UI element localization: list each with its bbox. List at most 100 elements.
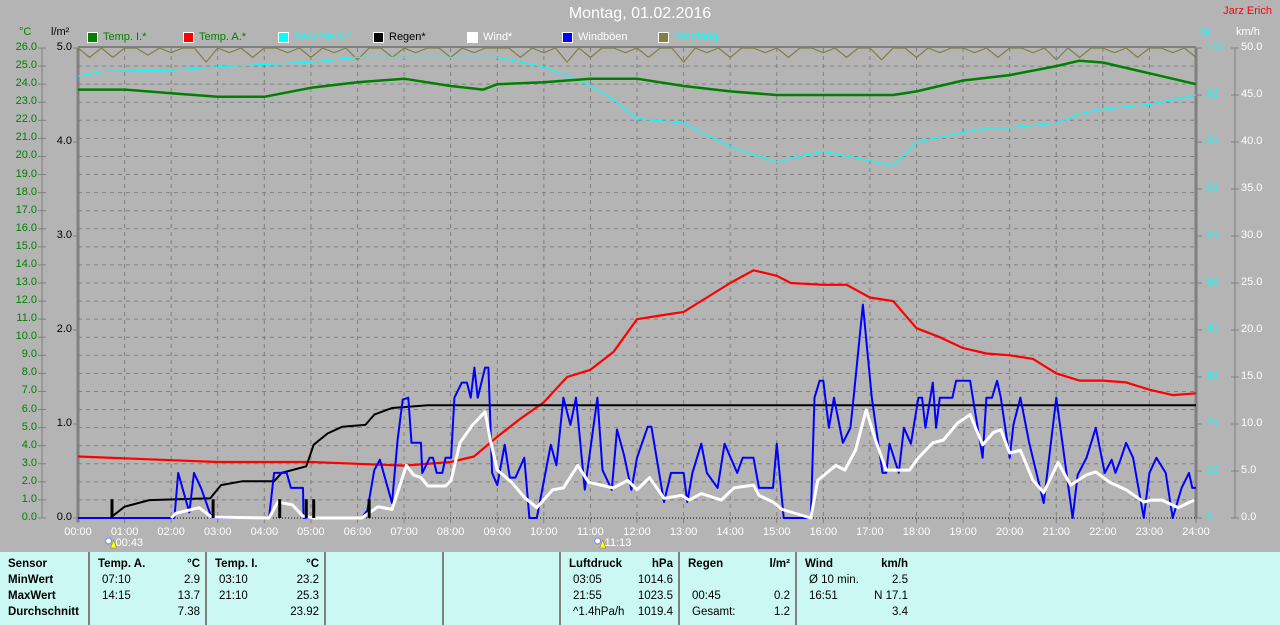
x-tick-label: 10:00 xyxy=(530,526,558,538)
x-tick-label: 00:00 xyxy=(64,526,92,538)
table-cell-value: °C xyxy=(187,558,200,570)
table-cell-label: Durchschnitt xyxy=(8,606,79,618)
humidity-tick-label: 70 xyxy=(1206,182,1219,194)
temp-tick-label: 0.0 xyxy=(21,511,37,523)
table-cell-value: 3.4 xyxy=(892,606,908,618)
temp-tick-label: 14.0 xyxy=(15,257,37,270)
table-cell-value: km/h xyxy=(881,558,908,570)
table-cell-label: 16:51 xyxy=(809,590,838,602)
table-cell-value: 1.2 xyxy=(774,606,790,618)
x-tick-label: 06:00 xyxy=(343,526,372,538)
table-cell-label: 03:10 xyxy=(219,574,248,586)
rain-tick-label: 3.0 xyxy=(56,229,72,241)
table-cell-label: 14:15 xyxy=(102,590,131,602)
x-tick-label: 19:00 xyxy=(949,526,977,538)
temp-tick-label: 25.0 xyxy=(15,59,37,72)
table-column: Wind km/h Ø 10 min. 2.5 16:51 N 17.1 3.4 xyxy=(795,552,913,625)
temp-tick-label: 23.0 xyxy=(15,95,37,108)
wind-tick-label: 5.0 xyxy=(1241,464,1257,476)
temp-tick-label: 9.0 xyxy=(21,348,37,361)
x-tick-label: 20:00 xyxy=(995,526,1024,538)
x-tick-label: 13:00 xyxy=(669,526,698,538)
x-tick-label: 21:00 xyxy=(1042,526,1071,538)
temp-tick-label: 1.0 xyxy=(21,492,37,505)
table-cell-label: Temp. A. xyxy=(98,558,146,570)
wind-tick-label: 35.0 xyxy=(1241,182,1263,194)
temp-tick-label: 13.0 xyxy=(15,276,37,288)
wind-tick-label: 0.0 xyxy=(1241,511,1257,523)
humidity-tick-label: 100 xyxy=(1206,41,1225,53)
table-cell-label: MaxWert xyxy=(8,590,56,602)
x-tick-label: 16:00 xyxy=(809,526,838,538)
table-column: Temp. A. °C 07:10 2.9 14:15 13.7 7.38 xyxy=(88,552,205,625)
rain-tick-label: 0.0 xyxy=(56,511,72,523)
table-cell-label: MinWert xyxy=(8,574,54,586)
marker-time-label: 00:43 xyxy=(115,537,144,549)
temp-tick-label: 21.0 xyxy=(15,131,37,144)
temp-tick-label: 3.0 xyxy=(21,456,37,469)
table-cell-value: 2.9 xyxy=(184,574,200,586)
table-cell-value: 25.3 xyxy=(296,590,319,602)
humidity-tick-label: 90 xyxy=(1206,88,1219,100)
wind-tick-label: 40.0 xyxy=(1241,135,1263,147)
table-cell-value: 23.92 xyxy=(290,606,319,618)
humidity-tick-label: 10 xyxy=(1206,464,1219,476)
table-cell-label: Gesamt: xyxy=(692,606,736,618)
table-cell-label: Luftdruck xyxy=(569,558,623,570)
table-cell-value: 23.2 xyxy=(296,574,319,586)
temp-tick-label: 24.0 xyxy=(15,77,37,90)
wind-tick-label: 20.0 xyxy=(1241,323,1263,335)
moon-icon xyxy=(105,537,113,545)
table-cell-value: 13.7 xyxy=(177,590,200,602)
table-cell-label: 07:10 xyxy=(102,574,131,586)
temp-tick-label: 7.0 xyxy=(21,384,37,397)
table-column xyxy=(324,552,442,625)
rain-tick-label: 1.0 xyxy=(56,417,72,429)
x-tick-label: 17:00 xyxy=(856,526,884,538)
temp-tick-label: 2.0 xyxy=(21,474,37,487)
table-cell-label: Sensor xyxy=(8,558,47,570)
table-cell-label: Ø 10 min. xyxy=(809,574,859,586)
temp-tick-label: 19.0 xyxy=(15,167,37,180)
table-cell-value: 0.2 xyxy=(774,590,790,602)
table-cell-value: 1019.4 xyxy=(637,606,673,618)
rain-tick-label: 5.0 xyxy=(56,41,72,53)
temp-tick-label: 18.0 xyxy=(15,185,37,198)
table-column: Luftdruck hPa 03:05 1014.6 21:55 1023.5 ^1.4hP… xyxy=(559,552,678,625)
table-cell-label: 21:10 xyxy=(219,590,248,602)
table-cell-value: N 17.1 xyxy=(874,590,908,602)
table-cell-value: 7.38 xyxy=(177,606,200,618)
wind-tick-label: 30.0 xyxy=(1241,229,1263,241)
table-column: Temp. I. °C 03:10 23.2 21:10 25.3 23.92 xyxy=(205,552,324,625)
x-tick-label: 07:00 xyxy=(390,526,418,538)
rain-tick-label: 2.0 xyxy=(56,323,72,335)
temp-tick-label: 6.0 xyxy=(21,402,37,415)
wind-tick-label: 45.0 xyxy=(1241,88,1263,100)
temp-tick-label: 22.0 xyxy=(15,113,37,126)
x-tick-label: 02:00 xyxy=(157,526,185,538)
temp-tick-label: 20.0 xyxy=(15,149,37,162)
temp-tick-label: 16.0 xyxy=(15,221,37,234)
table-cell-label: 00:45 xyxy=(692,590,721,602)
x-tick-label: 04:00 xyxy=(250,526,279,538)
table-cell-label: 03:05 xyxy=(573,574,602,586)
x-tick-label: 24:00 xyxy=(1182,526,1210,538)
x-tick-label: 11:00 xyxy=(577,526,604,538)
temp-tick-label: 8.0 xyxy=(21,366,37,379)
table-cell-label: Wind xyxy=(805,558,833,570)
moon-icon xyxy=(594,537,602,545)
table-cell-label: 21:55 xyxy=(573,590,602,602)
humidity-tick-label: 30 xyxy=(1206,370,1219,382)
statistics-table: Sensor MinWert MaxWert Durchschnitt Temp. A.… xyxy=(0,552,1280,625)
temp-tick-label: 11.0 xyxy=(16,312,37,325)
table-cell-value: 1023.5 xyxy=(637,590,673,602)
table-cell-label: Regen xyxy=(688,558,724,570)
wind-tick-label: 15.0 xyxy=(1241,370,1263,382)
wind-tick-label: 10.0 xyxy=(1241,417,1263,429)
table-column xyxy=(442,552,559,625)
x-tick-label: 03:00 xyxy=(203,526,232,538)
x-tick-label: 08:00 xyxy=(436,526,465,538)
temp-tick-label: 17.0 xyxy=(15,203,37,216)
table-cell-value: °C xyxy=(306,558,319,570)
temp-tick-label: 26.0 xyxy=(15,41,37,53)
